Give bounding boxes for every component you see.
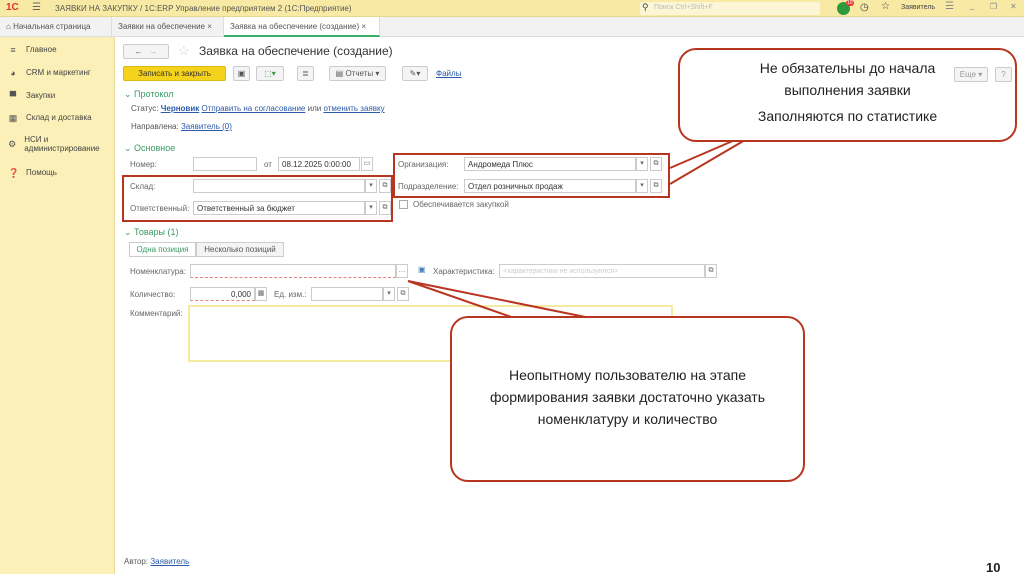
pointer-line — [669, 139, 746, 185]
callout-minimal-fields: Неопытному пользователю на этапе формиро… — [450, 316, 805, 482]
slide-number: 10 — [986, 560, 1001, 575]
callout-text: Заполняются по статистике — [757, 108, 938, 124]
help-button[interactable]: ? — [995, 67, 1012, 82]
more-button[interactable]: Еще ▾ — [954, 67, 988, 82]
callout-optional-fields: Не обязательны до начала выполнения заяв… — [678, 48, 1017, 142]
more-label: Еще — [959, 70, 977, 79]
callout-text: выполнения заявки — [784, 82, 911, 98]
